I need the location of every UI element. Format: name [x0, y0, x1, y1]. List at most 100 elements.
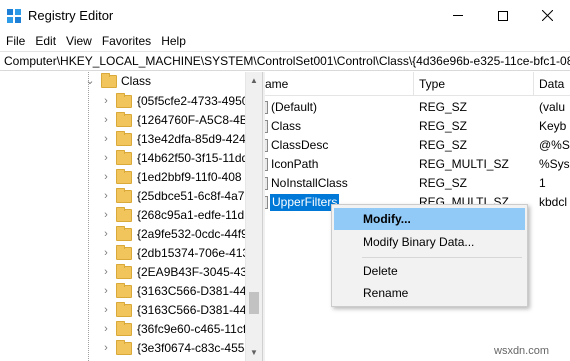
folder-icon [116, 245, 132, 260]
tree-item[interactable]: › {25dbce51-6c8f-4a7 [0, 187, 245, 206]
chevron-right-icon[interactable]: › [101, 247, 111, 259]
list-row[interactable]: ClassDesc REG_SZ @%S [265, 136, 570, 155]
chevron-right-icon[interactable]: › [101, 228, 111, 240]
value-type: REG_SZ [419, 119, 468, 133]
column-divider[interactable] [533, 72, 534, 96]
folder-icon [116, 226, 132, 241]
chevron-right-icon[interactable]: › [101, 190, 111, 202]
folder-icon [116, 302, 132, 317]
chevron-right-icon[interactable]: › [101, 114, 111, 126]
tree-item[interactable]: › {268c95a1-edfe-11d [0, 206, 245, 225]
chevron-right-icon[interactable]: › [101, 266, 111, 278]
tree-item[interactable]: › {3163C566-D381-446 [0, 301, 253, 320]
folder-icon [116, 264, 132, 279]
value-data: 1 [539, 176, 546, 190]
menu-favorites[interactable]: Favorites [97, 31, 156, 51]
tree-item-label: {2db15374-706e-413 [137, 246, 250, 260]
tree-item-label: {25dbce51-6c8f-4a7 [137, 189, 245, 203]
folder-icon [116, 207, 132, 222]
chevron-right-icon[interactable]: › [101, 304, 111, 316]
close-icon [542, 10, 553, 21]
menu-separator [362, 257, 522, 258]
tree-item-label: {2EA9B43F-3045-43E [137, 265, 256, 279]
chevron-right-icon[interactable]: › [101, 171, 111, 183]
chevron-right-icon[interactable]: › [101, 209, 111, 221]
menu-item-modify-binary[interactable]: Modify Binary Data... [334, 231, 525, 253]
tree-scrollbar[interactable]: ▲ ▼ [245, 72, 262, 361]
tree-item[interactable]: › {1ed2bbf9-11f0-408 [0, 168, 245, 187]
value-name: IconPath [271, 157, 319, 171]
menu-view[interactable]: View [61, 31, 97, 51]
list-row[interactable]: IconPath REG_MULTI_SZ %Sys [265, 155, 570, 174]
tree-item[interactable]: › {2a9fe532-0cdc-44f9 [0, 225, 248, 244]
column-header-data[interactable]: Data [535, 72, 564, 96]
key-tree: ⌄ Class › {05f5cfe2-4733-4950 › {1264760… [0, 72, 262, 361]
registry-icon [7, 9, 21, 23]
tree-item-label: {13e42dfa-85d9-424 [137, 132, 246, 146]
address-bar[interactable]: Computer\HKEY_LOCAL_MACHINE\SYSTEM\Contr… [0, 51, 570, 71]
string-value-icon [265, 120, 268, 133]
menu-item-delete[interactable]: Delete [334, 260, 525, 282]
menu-item-rename[interactable]: Rename [334, 282, 525, 304]
value-data: @%S [539, 138, 570, 152]
value-data: kbdcl [539, 195, 568, 209]
value-name: (Default) [271, 100, 318, 114]
tree-item-label: {14b62f50-3f15-11dd [137, 151, 249, 165]
chevron-right-icon[interactable]: › [101, 342, 111, 354]
watermark: wsxdn.com [494, 345, 550, 357]
tree-item[interactable]: › {1264760F-A5C8-4BF [0, 111, 255, 130]
value-data: Keyb [539, 119, 567, 133]
folder-icon [116, 283, 132, 298]
folder-icon [116, 188, 132, 203]
close-button[interactable] [525, 0, 570, 31]
scrollbar-thumb[interactable] [249, 292, 259, 314]
chevron-right-icon[interactable]: › [101, 152, 111, 164]
chevron-down-icon[interactable]: ⌄ [85, 75, 95, 87]
menu-item-modify[interactable]: Modify... [334, 208, 525, 230]
value-type: REG_MULTI_SZ [419, 157, 509, 171]
value-type: REG_SZ [419, 138, 468, 152]
list-row[interactable]: (Default) REG_SZ (valu [265, 98, 570, 117]
value-name: UpperFilters [270, 194, 340, 211]
tree-item-label: Class [121, 74, 152, 88]
folder-icon [116, 321, 132, 336]
tree-item[interactable]: › {2db15374-706e-413 [0, 244, 249, 263]
menu-edit[interactable]: Edit [30, 31, 61, 51]
tree-item-label: {05f5cfe2-4733-4950 [137, 94, 249, 108]
chevron-right-icon[interactable]: › [101, 323, 111, 335]
string-value-icon [265, 158, 268, 171]
value-name: Class [271, 119, 302, 133]
tree-item[interactable]: › {05f5cfe2-4733-4950 [0, 92, 249, 111]
column-header-name[interactable]: ame [265, 72, 288, 96]
list-row[interactable]: Class REG_SZ Keyb [265, 117, 570, 136]
minimize-button[interactable] [435, 0, 480, 31]
chevron-right-icon[interactable]: › [101, 95, 111, 107]
scroll-down-icon[interactable]: ▼ [246, 344, 262, 361]
string-value-icon [265, 177, 268, 190]
menu-help[interactable]: Help [156, 31, 191, 51]
context-menu: Modify... Modify Binary Data... Delete R… [331, 204, 528, 307]
folder-icon [101, 73, 117, 88]
chevron-right-icon[interactable]: › [101, 285, 111, 297]
tree-item[interactable]: › {13e42dfa-85d9-424 [0, 130, 246, 149]
chevron-right-icon[interactable]: › [101, 133, 111, 145]
list-header: ame Type Data [265, 72, 570, 96]
tree-item-class[interactable]: ⌄ Class [0, 72, 245, 91]
value-name: ClassDesc [271, 138, 329, 152]
tree-item[interactable]: › {3e3f0674-c83c-4558 [0, 339, 251, 358]
scroll-up-icon[interactable]: ▲ [246, 72, 262, 89]
value-type: REG_SZ [419, 176, 468, 190]
menu-file[interactable]: File [1, 31, 30, 51]
tree-item[interactable]: › {36fc9e60-c465-11cf [0, 320, 246, 339]
tree-item-label: {3163C566-D381-446 [137, 284, 254, 298]
tree-item[interactable]: › {2EA9B43F-3045-43E [0, 263, 255, 282]
list-row[interactable]: NoInstallClass REG_SZ 1 [265, 174, 570, 193]
column-divider[interactable] [413, 72, 414, 96]
tree-item[interactable]: › {14b62f50-3f15-11dd [0, 149, 249, 168]
value-type: REG_SZ [419, 100, 468, 114]
tree-item[interactable]: › {3163C566-D381-446 [0, 282, 253, 301]
folder-icon [116, 131, 132, 146]
value-name: NoInstallClass [271, 176, 348, 190]
maximize-button[interactable] [480, 0, 525, 31]
column-header-type[interactable]: Type [415, 72, 445, 96]
